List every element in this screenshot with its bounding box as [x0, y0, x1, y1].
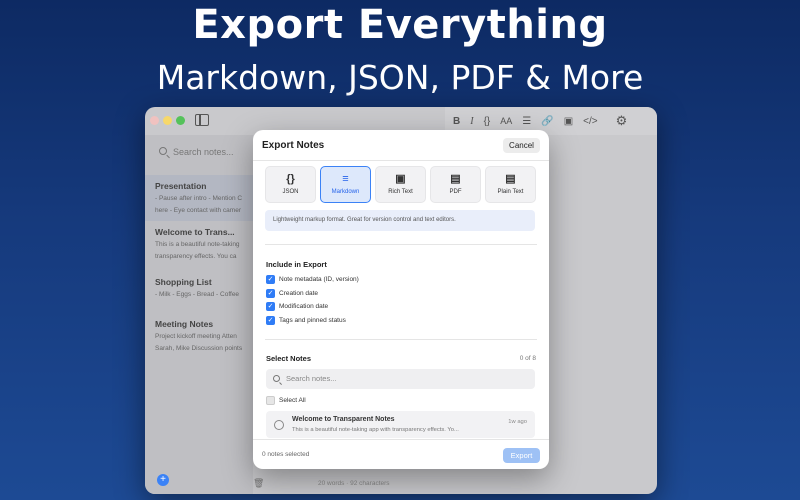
checkbox-checked-icon[interactable]: ✓: [266, 302, 275, 311]
format-label: JSON: [282, 189, 299, 195]
note-preview: - Milk - Eggs - Bread - Coffee: [155, 291, 240, 298]
bold-button[interactable]: B: [453, 116, 460, 127]
note-preview: This is a beautiful note-taking: [155, 241, 240, 248]
link-icon[interactable]: 🔗: [541, 116, 553, 127]
note-title: Meeting Notes: [155, 319, 214, 329]
list-item[interactable]: Welcome to Trans... This is a beautiful …: [145, 221, 253, 267]
sidebar: Search notes... Presentation - Pause aft…: [145, 135, 253, 494]
note-title: Welcome to Trans...: [155, 227, 235, 237]
note-title: Shopping List: [155, 277, 212, 287]
html-icon[interactable]: </>: [583, 116, 597, 127]
italic-button[interactable]: I: [470, 116, 473, 127]
dialog-title: Export Notes: [262, 140, 325, 151]
radio-icon[interactable]: [274, 420, 284, 430]
image-doc-icon: ▣: [395, 173, 406, 185]
list-item[interactable]: Presentation - Pause after intro - Menti…: [145, 175, 253, 221]
format-label: Plain Text: [497, 189, 524, 195]
notes-selected-count: 0 notes selected: [262, 451, 310, 458]
option-modification-date[interactable]: ✓ Modification date: [266, 302, 328, 311]
list-item[interactable]: Shopping List - Milk - Eggs - Bread - Co…: [145, 271, 253, 305]
list-icon[interactable]: ☰: [522, 116, 531, 127]
include-section-title: Include in Export: [266, 260, 327, 269]
sidebar-toggle-icon[interactable]: [195, 114, 209, 126]
search-icon: [159, 147, 167, 155]
sidebar-search-input[interactable]: Search notes...: [153, 141, 251, 163]
format-picker: {} JSON ≡ Markdown ▣ Rich Text ▤ PDF ▤ P…: [265, 166, 536, 203]
dialog-footer: 0 notes selected Export: [253, 439, 549, 469]
option-metadata[interactable]: ✓ Note metadata (ID, version): [266, 275, 359, 284]
notes-search-input[interactable]: Search notes...: [266, 369, 535, 389]
option-label: Creation date: [279, 290, 319, 297]
checkbox-checked-icon[interactable]: ✓: [266, 289, 275, 298]
format-plain-text-button[interactable]: ▤ Plain Text: [485, 166, 536, 203]
hero-subtitle: Markdown, JSON, PDF & More: [156, 58, 644, 97]
select-all-label: Select All: [279, 397, 306, 404]
selection-count: 0 of 8: [519, 355, 536, 362]
word-count: 20 words · 92 characters: [318, 480, 390, 487]
note-row[interactable]: Welcome to Transparent Notes This is a b…: [266, 411, 535, 438]
format-rich-text-button[interactable]: ▣ Rich Text: [375, 166, 426, 203]
option-creation-date[interactable]: ✓ Creation date: [266, 289, 318, 298]
format-pdf-button[interactable]: ▤ PDF: [430, 166, 481, 203]
option-label: Note metadata (ID, version): [279, 276, 359, 283]
note-title: Presentation: [155, 181, 207, 191]
divider: [265, 339, 537, 340]
document-icon: ▤: [450, 173, 461, 185]
notes-search-placeholder: Search notes...: [286, 374, 337, 383]
minimize-window-button[interactable]: [163, 116, 172, 125]
gear-icon[interactable]: ⚙: [616, 113, 628, 129]
braces-icon: {}: [286, 173, 295, 185]
checkbox-empty-icon[interactable]: [266, 396, 275, 405]
dialog-header: Export Notes Cancel: [253, 130, 549, 161]
note-row-preview: This is a beautiful note-taking app with…: [292, 427, 459, 433]
close-window-button[interactable]: [150, 116, 159, 125]
note-preview: here - Eye contact with camer: [155, 207, 241, 214]
search-icon: [273, 375, 280, 382]
font-size-button[interactable]: AA: [500, 116, 512, 126]
text-lines-icon: ≡: [342, 173, 349, 185]
format-label: PDF: [449, 189, 462, 195]
checkbox-checked-icon[interactable]: ✓: [266, 316, 275, 325]
export-button[interactable]: Export: [503, 448, 540, 463]
note-preview: Project kickoff meeting Atten: [155, 333, 237, 340]
format-markdown-button[interactable]: ≡ Markdown: [320, 166, 371, 203]
select-all[interactable]: Select All: [266, 396, 306, 405]
text-document-icon: ▤: [505, 173, 516, 185]
export-dialog: Export Notes Cancel {} JSON ≡ Markdown ▣…: [253, 130, 549, 469]
option-tags[interactable]: ✓ Tags and pinned status: [266, 316, 346, 325]
list-item[interactable]: Meeting Notes Project kickoff meeting At…: [145, 313, 253, 359]
format-label: Rich Text: [388, 189, 413, 195]
cancel-button[interactable]: Cancel: [503, 138, 540, 153]
add-note-button[interactable]: +: [157, 474, 169, 486]
note-row-time: 1w ago: [508, 419, 527, 425]
note-row-title: Welcome to Transparent Notes: [292, 416, 395, 423]
divider: [265, 244, 537, 245]
sidebar-search-placeholder: Search notes...: [173, 147, 234, 157]
format-json-button[interactable]: {} JSON: [265, 166, 316, 203]
format-label: Markdown: [331, 189, 360, 195]
option-label: Tags and pinned status: [279, 317, 346, 324]
note-preview: transparency effects. You ca: [155, 253, 237, 260]
image-icon[interactable]: ▣: [564, 116, 573, 127]
hero-title: Export Everything: [192, 2, 608, 48]
note-preview: - Pause after intro - Mention C: [155, 195, 243, 202]
note-preview: Sarah, Mike Discussion points: [155, 345, 243, 352]
trash-icon[interactable]: 🗑: [253, 478, 264, 489]
code-button[interactable]: {}: [484, 116, 491, 127]
option-label: Modification date: [279, 303, 329, 310]
select-notes-title: Select Notes: [266, 354, 312, 363]
zoom-window-button[interactable]: [176, 116, 185, 125]
format-description: Lightweight markup format. Great for ver…: [265, 210, 535, 231]
checkbox-checked-icon[interactable]: ✓: [266, 275, 275, 284]
